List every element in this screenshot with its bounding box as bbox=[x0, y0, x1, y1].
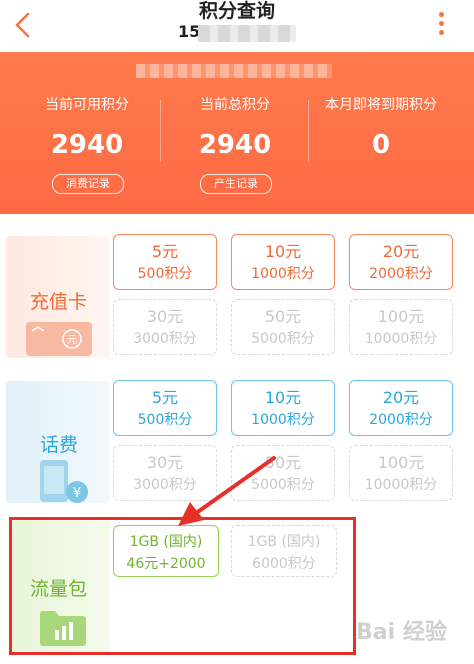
consumption-record-button[interactable]: 消费记录 bbox=[52, 174, 124, 194]
card-icon: 元 bbox=[26, 322, 92, 356]
option-points: 1000积分 bbox=[251, 412, 315, 428]
stat-expiring-value: 0 bbox=[371, 130, 391, 160]
option-card[interactable]: 10元 1000积分 bbox=[231, 380, 335, 436]
stat-total-label: 当前总积分 bbox=[200, 97, 270, 113]
option-card[interactable]: 5元 500积分 bbox=[113, 380, 217, 436]
stat-available: 当前可用积分 2940 bbox=[12, 96, 162, 162]
option-amount: 20元 bbox=[382, 388, 420, 407]
option-amount: 30元 bbox=[146, 307, 184, 326]
option-card[interactable]: 10元 1000积分 bbox=[231, 234, 335, 290]
option-points: 1000积分 bbox=[251, 266, 315, 282]
arrow-icon bbox=[178, 456, 276, 526]
option-card[interactable]: 20元 2000积分 bbox=[349, 380, 453, 436]
category-label: 话费 bbox=[40, 434, 79, 456]
option-points: 2000积分 bbox=[369, 266, 433, 282]
option-card-disabled: 30元 3000积分 bbox=[113, 299, 217, 355]
option-points: 10000积分 bbox=[364, 331, 438, 347]
option-card-disabled: 100元 10000积分 bbox=[349, 299, 453, 355]
stat-available-value: 2940 bbox=[50, 130, 124, 160]
option-points: 2000积分 bbox=[369, 412, 433, 428]
option-points: 500积分 bbox=[137, 412, 193, 428]
stat-total: 当前总积分 2940 bbox=[160, 96, 310, 162]
option-points: 10000积分 bbox=[364, 477, 438, 493]
page-title: 积分查询 bbox=[198, 0, 275, 22]
option-card-disabled: 50元 5000积分 bbox=[231, 299, 335, 355]
option-points: 3000积分 bbox=[133, 331, 197, 347]
earning-record-button[interactable]: 产生记录 bbox=[200, 174, 272, 194]
stat-available-label: 当前可用积分 bbox=[45, 97, 129, 113]
highlight-box bbox=[9, 517, 356, 655]
option-card[interactable]: 20元 2000积分 bbox=[349, 234, 453, 290]
top-bar: 积分查询 15 bbox=[0, 0, 474, 50]
stat-total-value: 2940 bbox=[198, 130, 272, 160]
option-amount: 20元 bbox=[382, 242, 420, 261]
option-amount: 50元 bbox=[264, 307, 302, 326]
dot-icon bbox=[438, 12, 444, 17]
stat-expiring-label: 本月即将到期积分 bbox=[325, 97, 437, 113]
phone-yuan-icon: ¥ bbox=[40, 460, 88, 503]
option-card[interactable]: 5元 500积分 bbox=[113, 234, 217, 290]
stat-expiring: 本月即将到期积分 0 bbox=[306, 96, 456, 162]
option-points: 5000积分 bbox=[251, 331, 315, 347]
dot-icon bbox=[438, 30, 444, 35]
watermark: Bai 经验 bbox=[356, 620, 447, 645]
category-label: 充值卡 bbox=[30, 291, 88, 313]
more-menu-button[interactable] bbox=[434, 12, 448, 42]
option-amount: 10元 bbox=[264, 242, 302, 261]
masked-phone bbox=[198, 25, 296, 42]
option-amount: 100元 bbox=[377, 307, 425, 326]
svg-text:¥: ¥ bbox=[73, 486, 81, 501]
option-points: 500积分 bbox=[137, 266, 193, 282]
phone-number: 15 bbox=[178, 22, 201, 41]
option-card-disabled: 100元 10000积分 bbox=[349, 445, 453, 501]
dot-icon bbox=[438, 21, 444, 26]
masked-username bbox=[136, 64, 332, 78]
option-amount: 10元 bbox=[264, 388, 302, 407]
option-amount: 100元 bbox=[377, 453, 425, 472]
option-amount: 5元 bbox=[151, 388, 179, 407]
option-amount: 5元 bbox=[151, 242, 179, 261]
svg-text:元: 元 bbox=[67, 335, 77, 346]
